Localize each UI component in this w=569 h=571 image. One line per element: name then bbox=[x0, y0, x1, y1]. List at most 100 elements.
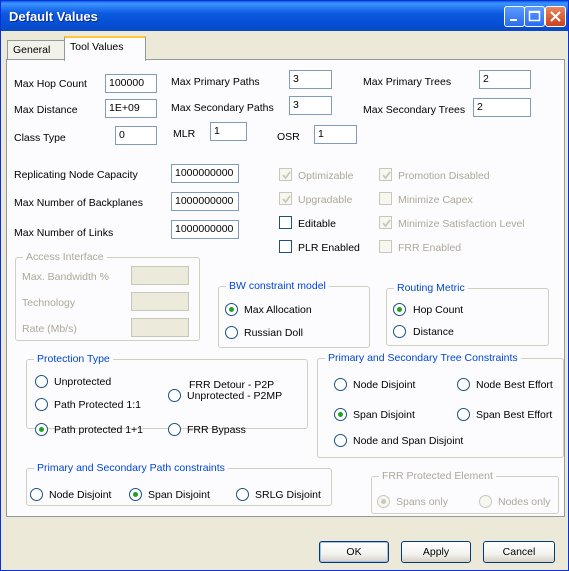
upgradable-label: Upgradable bbox=[298, 194, 353, 206]
max-primary-paths-input[interactable]: 3 bbox=[289, 70, 332, 89]
tab-tool-values[interactable]: Tool Values bbox=[64, 36, 146, 61]
spans-only-label: Spans only bbox=[396, 496, 448, 508]
path-protected-1-1-radio[interactable] bbox=[35, 398, 48, 411]
max-secondary-trees-input[interactable]: 2 bbox=[473, 98, 531, 117]
promotion-disabled-label: Promotion Disabled bbox=[398, 170, 490, 182]
max-hop-count-input[interactable]: 100000 bbox=[105, 74, 157, 93]
frr-enabled-label: FRR Enabled bbox=[398, 242, 462, 254]
apply-button[interactable]: Apply bbox=[401, 541, 471, 563]
path-node-disjoint-radio[interactable] bbox=[30, 488, 43, 501]
frr-detour-radio[interactable] bbox=[168, 389, 181, 402]
max-links-label: Max Number of Links bbox=[14, 227, 114, 239]
unprotected-label: Unprotected bbox=[54, 376, 112, 388]
class-type-input[interactable]: 0 bbox=[115, 126, 157, 145]
promotion-disabled-checkbox[interactable] bbox=[379, 168, 392, 181]
tab-general-label: General bbox=[13, 44, 51, 56]
checkmark-icon bbox=[382, 219, 391, 228]
path-protected-1-1-label: Path Protected 1:1 bbox=[54, 399, 141, 411]
srlg-disjoint-label: SRLG Disjoint bbox=[255, 489, 321, 501]
frr-bypass-radio[interactable] bbox=[168, 423, 181, 436]
distance-label: Distance bbox=[413, 326, 454, 338]
osr-input[interactable]: 1 bbox=[314, 125, 357, 144]
minimize-icon bbox=[510, 19, 517, 21]
max-allocation-label: Max Allocation bbox=[244, 304, 312, 316]
ok-button[interactable]: OK bbox=[319, 541, 389, 563]
node-and-span-disjoint-radio[interactable] bbox=[334, 434, 347, 447]
tree-node-disjoint-label: Node Disjoint bbox=[353, 379, 416, 391]
frr-detour-label-line2: Unprotected - P2MP bbox=[187, 390, 283, 402]
path-span-disjoint-radio[interactable] bbox=[129, 488, 142, 501]
distance-radio[interactable] bbox=[393, 325, 406, 338]
window-title: Default Values bbox=[9, 9, 98, 24]
path-constraints-title: Primary and Secondary Path constraints bbox=[34, 462, 228, 474]
rate-input[interactable] bbox=[131, 318, 189, 337]
max-hop-count-label: Max Hop Count bbox=[14, 78, 87, 90]
technology-input[interactable] bbox=[131, 292, 189, 311]
plr-enabled-checkbox[interactable] bbox=[279, 240, 292, 253]
minimize-satisfaction-checkbox[interactable] bbox=[379, 216, 392, 229]
technology-label: Technology bbox=[22, 297, 76, 309]
srlg-disjoint-radio[interactable] bbox=[236, 488, 249, 501]
tab-general[interactable]: General bbox=[7, 40, 65, 60]
max-links-input[interactable]: 1000000000 bbox=[171, 220, 239, 239]
max-backplanes-input[interactable]: 1000000000 bbox=[171, 192, 239, 211]
maximize-button[interactable] bbox=[524, 6, 545, 27]
minimize-capex-checkbox[interactable] bbox=[379, 192, 392, 205]
tab-tool-values-label: Tool Values bbox=[70, 41, 124, 53]
node-best-effort-label: Node Best Effort bbox=[476, 379, 553, 391]
span-best-effort-label: Span Best Effort bbox=[476, 409, 553, 421]
tree-span-disjoint-radio[interactable] bbox=[334, 408, 347, 421]
max-primary-paths-label: Max Primary Paths bbox=[171, 76, 260, 88]
optimizable-checkbox[interactable] bbox=[279, 168, 292, 181]
rate-label: Rate (Mb/s) bbox=[22, 323, 77, 335]
hop-count-radio[interactable] bbox=[393, 303, 406, 316]
class-type-label: Class Type bbox=[14, 132, 66, 144]
upgradable-checkbox[interactable] bbox=[279, 192, 292, 205]
span-best-effort-radio[interactable] bbox=[457, 408, 470, 421]
nodes-only-radio[interactable] bbox=[479, 495, 492, 508]
mlr-input[interactable]: 1 bbox=[210, 122, 247, 141]
minimize-capex-label: Minimize Capex bbox=[398, 194, 473, 206]
maximize-icon bbox=[528, 10, 541, 22]
osr-label: OSR bbox=[277, 131, 300, 143]
unprotected-radio[interactable] bbox=[35, 375, 48, 388]
editable-checkbox[interactable] bbox=[279, 216, 292, 229]
node-best-effort-radio[interactable] bbox=[457, 378, 470, 391]
tree-constraints-title: Primary and Secondary Tree Constraints bbox=[325, 352, 521, 364]
minimize-button[interactable] bbox=[504, 6, 525, 27]
spans-only-radio[interactable] bbox=[377, 495, 390, 508]
checkmark-icon bbox=[282, 195, 291, 204]
default-values-dialog: Default Values General Tool Values Max H… bbox=[0, 0, 569, 571]
bw-constraint-model-title: BW constraint model bbox=[226, 280, 329, 292]
cancel-button[interactable]: Cancel bbox=[483, 541, 555, 563]
max-bandwidth-input[interactable] bbox=[131, 266, 189, 285]
tree-node-disjoint-radio[interactable] bbox=[334, 378, 347, 391]
routing-metric-title: Routing Metric bbox=[394, 282, 468, 294]
access-interface-title: Access Interface bbox=[23, 251, 107, 263]
hop-count-label: Hop Count bbox=[413, 304, 464, 316]
max-distance-input[interactable]: 1E+09 bbox=[105, 99, 157, 118]
protection-type-title: Protection Type bbox=[34, 353, 113, 365]
tree-span-disjoint-label: Span Disjoint bbox=[353, 409, 415, 421]
max-primary-trees-label: Max Primary Trees bbox=[363, 76, 452, 88]
replicating-node-capacity-input[interactable]: 1000000000 bbox=[171, 164, 239, 183]
close-button[interactable] bbox=[545, 6, 566, 27]
russian-doll-label: Russian Doll bbox=[244, 327, 303, 339]
checkmark-icon bbox=[382, 171, 391, 180]
path-protected-1-plus-1-radio[interactable] bbox=[35, 423, 48, 436]
max-secondary-paths-input[interactable]: 3 bbox=[289, 96, 332, 115]
replicating-node-capacity-label: Replicating Node Capacity bbox=[14, 169, 138, 181]
checkmark-icon bbox=[282, 171, 291, 180]
plr-enabled-label: PLR Enabled bbox=[298, 242, 360, 254]
mlr-label: MLR bbox=[173, 128, 196, 140]
frr-protected-element-group: FRR Protected Element bbox=[371, 470, 559, 514]
close-icon bbox=[550, 11, 561, 22]
frr-enabled-checkbox[interactable] bbox=[379, 240, 392, 253]
russian-doll-radio[interactable] bbox=[225, 326, 238, 339]
node-and-span-disjoint-label: Node and Span Disjoint bbox=[353, 435, 464, 447]
title-bar[interactable]: Default Values bbox=[1, 1, 568, 31]
max-allocation-radio[interactable] bbox=[225, 303, 238, 316]
max-primary-trees-input[interactable]: 2 bbox=[479, 70, 531, 89]
nodes-only-label: Nodes only bbox=[498, 496, 551, 508]
optimizable-label: Optimizable bbox=[298, 170, 354, 182]
